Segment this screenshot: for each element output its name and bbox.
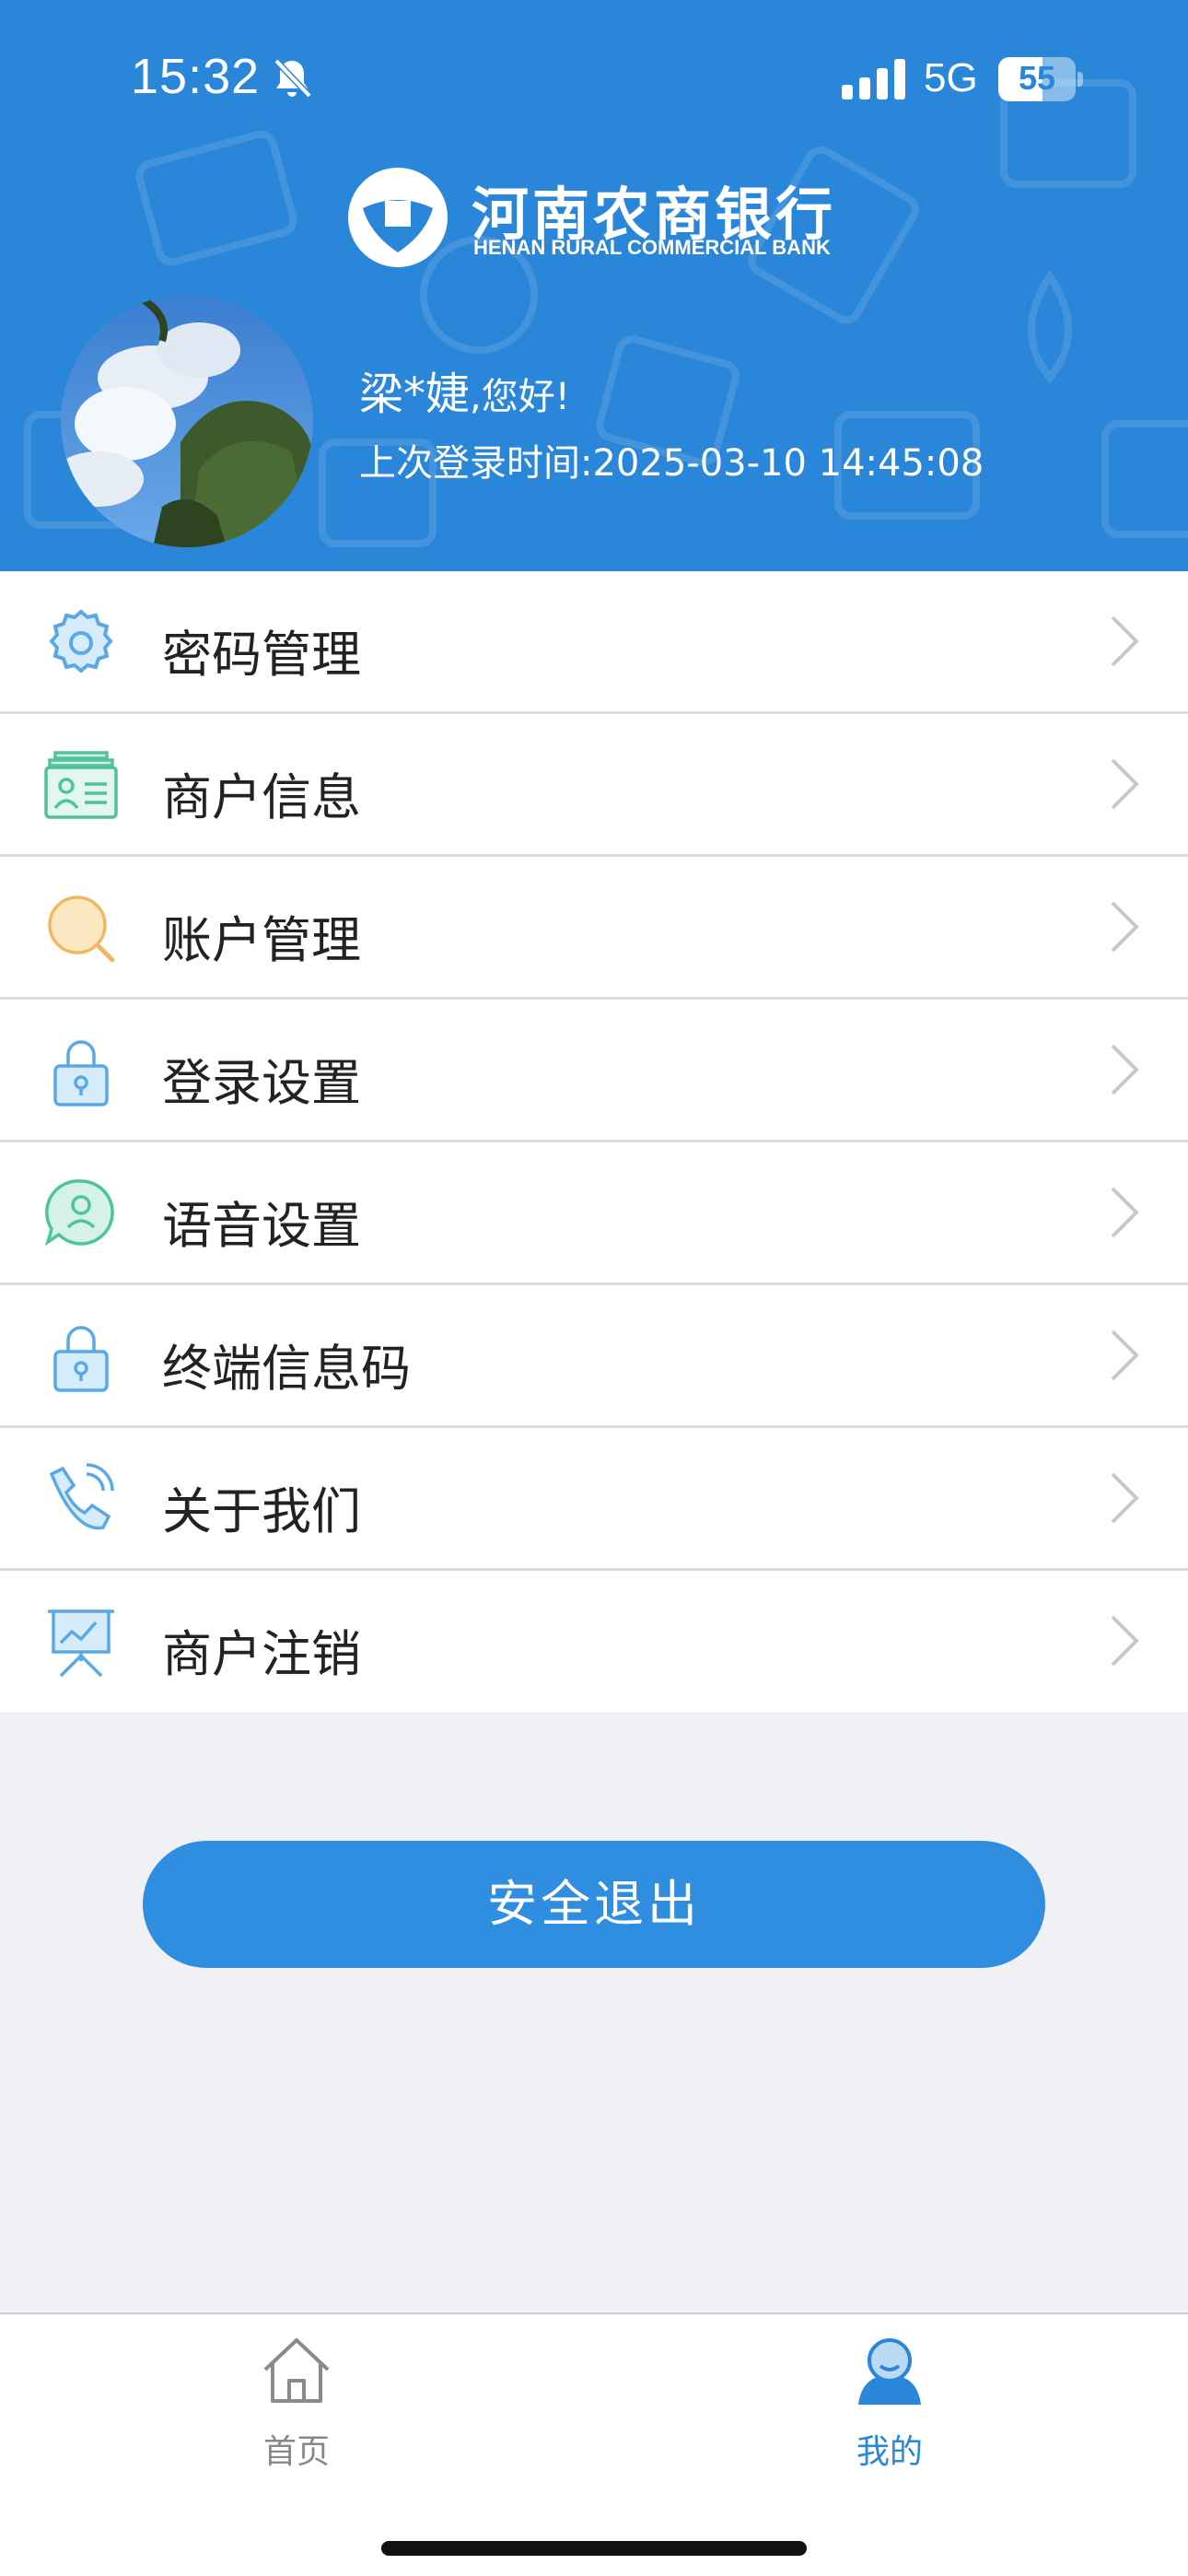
greeting: 梁*婕,您好! (359, 357, 570, 422)
battery-icon: 55 (998, 57, 1083, 101)
user-icon (858, 2338, 921, 2405)
bank-logo: 河南农商银行 HENAN RURAL COMMERCIAL BANK (346, 164, 844, 273)
chevron-right-icon (1111, 1329, 1139, 1381)
menu-item-label: 商户注销 (162, 1625, 361, 1683)
menu-item-label: 密码管理 (162, 626, 361, 684)
status-time: 15:32 (131, 49, 261, 104)
bell-slash-icon (274, 58, 312, 99)
user-name: 梁*婕 (359, 369, 471, 420)
lock-icon (53, 1040, 109, 1107)
last-login-time: 上次登录时间:2025-03-10 14:45:08 (359, 442, 984, 485)
tab-label: 我的 (856, 2433, 923, 2471)
chevron-right-icon (1111, 758, 1139, 810)
chevron-right-icon (1111, 901, 1139, 953)
bottom-tab-bar: 首页 我的 (0, 2313, 1188, 2576)
battery-level: 55 (1018, 59, 1056, 97)
menu-item-about-us[interactable]: 关于我们 (0, 1428, 1188, 1571)
menu-item-label: 语音设置 (162, 1197, 361, 1255)
settings-menu: 密码管理 商户信息 账户管理 登录设置 语音设置 终端信息码 关于我们 商户注销 (0, 571, 1188, 1714)
chevron-right-icon (1111, 1044, 1139, 1095)
chevron-right-icon (1111, 1615, 1139, 1667)
chevron-right-icon (1111, 615, 1139, 667)
menu-item-label: 关于我们 (162, 1482, 361, 1540)
id-card-icon (44, 751, 118, 819)
magnifier-icon (48, 896, 115, 963)
menu-item-terminal-code[interactable]: 终端信息码 (0, 1285, 1188, 1428)
home-indicator[interactable] (381, 2541, 807, 2556)
phone-icon (49, 1463, 114, 1530)
home-icon (263, 2338, 330, 2403)
menu-item-login-settings[interactable]: 登录设置 (0, 1000, 1188, 1142)
chevron-right-icon (1111, 1472, 1139, 1524)
presentation-board-icon (48, 1610, 114, 1678)
avatar-photo (61, 295, 313, 547)
avatar[interactable] (61, 295, 313, 547)
menu-item-voice-settings[interactable]: 语音设置 (0, 1142, 1188, 1285)
bank-name-en: HENAN RURAL COMMERCIAL BANK (473, 236, 831, 259)
menu-item-merchant-info[interactable]: 商户信息 (0, 714, 1188, 857)
profile-header: 15:32 5G 55 河南农商银行 HENAN RURAL COMMERCIA… (0, 0, 1188, 571)
chevron-right-icon (1111, 1187, 1139, 1238)
menu-item-merchant-cancel[interactable]: 商户注销 (0, 1571, 1188, 1714)
lock-icon (53, 1326, 109, 1392)
greeting-suffix: ,您好! (470, 376, 570, 418)
gear-icon (49, 609, 113, 673)
menu-item-label: 登录设置 (162, 1054, 361, 1112)
status-bar: 15:32 5G 55 (0, 0, 1188, 157)
chat-user-icon (45, 1179, 114, 1247)
menu-item-label: 终端信息码 (162, 1340, 411, 1398)
menu-item-label: 商户信息 (162, 768, 361, 826)
menu-item-account-management[interactable]: 账户管理 (0, 857, 1188, 1000)
network-type: 5G (924, 55, 978, 100)
tab-home[interactable]: 首页 (204, 2335, 389, 2482)
menu-item-label: 账户管理 (162, 911, 361, 969)
bank-logo-icon (348, 168, 448, 267)
logout-button[interactable]: 安全退出 (143, 1841, 1045, 1968)
tab-label: 首页 (262, 2433, 330, 2471)
signal-icon (842, 59, 905, 100)
menu-item-password[interactable]: 密码管理 (0, 571, 1188, 714)
tab-mine[interactable]: 我的 (798, 2335, 982, 2482)
